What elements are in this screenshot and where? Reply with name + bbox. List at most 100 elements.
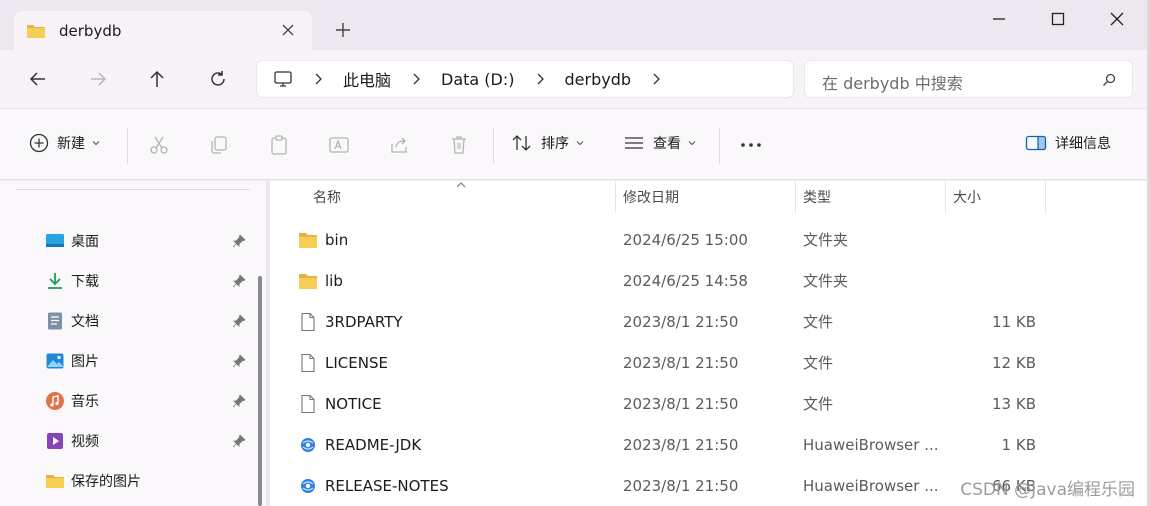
close-window-icon[interactable] bbox=[1106, 8, 1128, 30]
pin-icon[interactable] bbox=[231, 313, 247, 329]
folder-icon bbox=[27, 24, 45, 38]
cut-icon[interactable] bbox=[148, 134, 170, 156]
chevron-right-icon[interactable] bbox=[409, 72, 423, 86]
column-header-size[interactable]: 大小 bbox=[953, 181, 981, 213]
table-row[interactable]: NOTICE 2023/8/1 21:50 文件 13 KB bbox=[270, 383, 1147, 424]
sidebar-item-videos[interactable]: 视频 bbox=[45, 428, 255, 454]
folder-icon bbox=[299, 273, 317, 289]
table-row[interactable]: 3RDPARTY 2023/8/1 21:50 文件 11 KB bbox=[270, 301, 1147, 342]
file-name-cell: RELEASE-NOTES bbox=[298, 465, 449, 506]
file-name: README-JDK bbox=[325, 435, 422, 454]
file-size: 13 KB bbox=[992, 394, 1036, 413]
chevron-right-icon[interactable] bbox=[311, 72, 325, 86]
new-tab-icon[interactable] bbox=[333, 20, 353, 40]
watermark: CSDN @Java编程乐园 bbox=[960, 480, 1135, 500]
tab-derbydb[interactable]: derbydb bbox=[14, 11, 312, 50]
file-type: 文件 bbox=[803, 313, 834, 331]
search-icon[interactable] bbox=[1102, 73, 1116, 87]
details-pane-button[interactable]: 详细信息 bbox=[1025, 133, 1111, 153]
sidebar-item-label: 桌面 bbox=[71, 234, 99, 250]
file-explorer-window: derbydb 此电脑 Data (D:) derbydb 在 derbydb … bbox=[0, 0, 1150, 506]
table-row[interactable]: bin 2024/6/25 15:00 文件夹 bbox=[270, 219, 1147, 260]
column-header-name[interactable]: 名称 bbox=[313, 181, 341, 213]
file-type: 文件 bbox=[803, 395, 834, 413]
minimize-icon[interactable] bbox=[988, 8, 1010, 30]
sidebar-item-music[interactable]: 音乐 bbox=[45, 388, 255, 414]
maximize-icon[interactable] bbox=[1047, 8, 1069, 30]
address-bar[interactable]: 此电脑 Data (D:) derbydb bbox=[256, 60, 794, 98]
view-button[interactable]: 查看 bbox=[623, 133, 697, 153]
back-icon[interactable] bbox=[27, 68, 49, 90]
refresh-icon[interactable] bbox=[207, 68, 229, 90]
file-name-cell: README-JDK bbox=[298, 424, 421, 465]
sidebar-item-desktop[interactable]: 桌面 bbox=[45, 228, 255, 254]
column-header-type[interactable]: 类型 bbox=[803, 181, 831, 213]
file-type: 文件 bbox=[803, 354, 834, 372]
file-size bbox=[946, 219, 1036, 260]
more-options-icon[interactable] bbox=[740, 134, 762, 156]
sidebar-item-downloads[interactable]: 下载 bbox=[45, 268, 255, 294]
this-pc-icon[interactable] bbox=[273, 69, 293, 89]
desktop-icon bbox=[46, 234, 64, 247]
file-name: RELEASE-NOTES bbox=[325, 476, 449, 495]
file-name-cell: LICENSE bbox=[298, 342, 388, 383]
download-icon bbox=[48, 273, 62, 289]
pictures-icon bbox=[46, 353, 64, 369]
file-icon bbox=[301, 353, 315, 372]
pin-icon[interactable] bbox=[231, 273, 247, 289]
sidebar-item-documents[interactable]: 文档 bbox=[45, 308, 255, 334]
sidebar-scrollbar[interactable] bbox=[258, 276, 262, 506]
video-icon bbox=[47, 433, 63, 449]
search-box[interactable]: 在 derbydb 中搜索 bbox=[804, 60, 1133, 98]
table-row[interactable]: lib 2024/6/25 14:58 文件夹 bbox=[270, 260, 1147, 301]
file-name-cell: 3RDPARTY bbox=[298, 301, 403, 342]
file-date: 2024/6/25 15:00 bbox=[623, 230, 748, 249]
chevron-down-icon bbox=[92, 141, 100, 146]
details-label: 详细信息 bbox=[1055, 136, 1111, 152]
copy-icon[interactable] bbox=[208, 134, 230, 156]
file-date: 2023/8/1 21:50 bbox=[623, 394, 739, 413]
view-list-icon bbox=[625, 137, 643, 149]
navigation-bar: 此电脑 Data (D:) derbydb 在 derbydb 中搜索 bbox=[0, 50, 1150, 108]
column-divider[interactable] bbox=[615, 181, 616, 213]
chevron-right-icon[interactable] bbox=[649, 72, 663, 86]
close-tab-icon[interactable] bbox=[280, 22, 296, 38]
sidebar-item-pictures[interactable]: 图片 bbox=[45, 348, 255, 374]
sidebar-item-saved-pictures[interactable]: 保存的图片 bbox=[45, 468, 255, 494]
up-icon[interactable] bbox=[146, 68, 168, 90]
chevron-right-icon[interactable] bbox=[533, 72, 547, 86]
delete-icon[interactable] bbox=[448, 134, 470, 156]
file-name: lib bbox=[325, 271, 343, 290]
breadcrumb-derbydb[interactable]: derbydb bbox=[565, 70, 632, 89]
file-type: 文件夹 bbox=[803, 272, 849, 290]
pin-icon[interactable] bbox=[231, 393, 247, 409]
breadcrumb-data-drive[interactable]: Data (D:) bbox=[441, 70, 514, 89]
column-divider[interactable] bbox=[795, 181, 796, 213]
file-type: HuaweiBrowser ... bbox=[803, 476, 939, 495]
navigation-pane: 桌面 下载 文档 图片 音乐 视频 保存的图片 bbox=[0, 181, 266, 506]
table-row[interactable]: LICENSE 2023/8/1 21:50 文件 12 KB bbox=[270, 342, 1147, 383]
folder-icon bbox=[46, 475, 64, 488]
table-row[interactable]: README-JDK 2023/8/1 21:50 HuaweiBrowser … bbox=[270, 424, 1147, 465]
column-divider[interactable] bbox=[1045, 181, 1046, 213]
file-size: 1 KB bbox=[1001, 435, 1036, 454]
new-button[interactable]: 新建 bbox=[29, 133, 101, 153]
rename-icon[interactable] bbox=[328, 134, 350, 156]
sort-label: 排序 bbox=[541, 136, 569, 152]
sort-button[interactable]: 排序 bbox=[511, 133, 585, 153]
file-date: 2023/8/1 21:50 bbox=[623, 435, 739, 454]
pin-icon[interactable] bbox=[231, 353, 247, 369]
pin-icon[interactable] bbox=[231, 433, 247, 449]
column-divider[interactable] bbox=[945, 181, 946, 213]
title-bar: derbydb bbox=[0, 0, 1150, 50]
divider bbox=[493, 128, 494, 164]
column-header-modified[interactable]: 修改日期 bbox=[623, 181, 679, 213]
share-icon[interactable] bbox=[388, 134, 410, 156]
file-name-cell: lib bbox=[298, 260, 343, 301]
forward-icon[interactable] bbox=[87, 68, 109, 90]
file-name: LICENSE bbox=[325, 353, 388, 372]
file-name: bin bbox=[325, 230, 349, 249]
paste-icon[interactable] bbox=[268, 134, 290, 156]
breadcrumb-this-pc[interactable]: 此电脑 bbox=[343, 67, 391, 91]
pin-icon[interactable] bbox=[231, 233, 247, 249]
